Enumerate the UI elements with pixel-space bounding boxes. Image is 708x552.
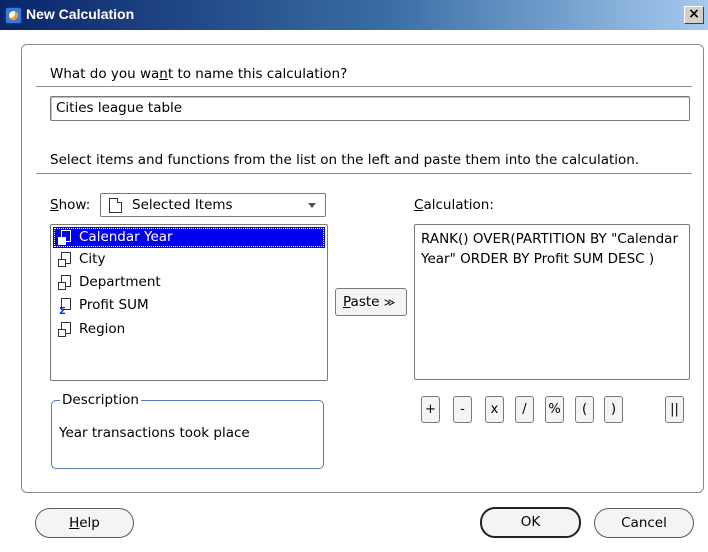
paste-arrow-icon: ≫ (383, 296, 396, 309)
list-item[interactable]: Department (53, 272, 325, 293)
plus-operator-button[interactable]: + (421, 396, 440, 423)
list-item-label: Calendar Year (79, 229, 173, 245)
calculation-name-field[interactable]: Cities league table (50, 96, 690, 121)
chevron-down-icon (308, 203, 316, 208)
show-label: Show: (50, 197, 91, 213)
description-legend: Description (60, 392, 141, 408)
help-button[interactable]: Help (35, 508, 134, 538)
description-text: Year transactions took place (59, 425, 250, 441)
dimension-item-icon (58, 275, 73, 290)
window-title: New Calculation (26, 6, 135, 22)
document-icon (109, 198, 122, 213)
divide-operator-button[interactable]: / (515, 396, 534, 423)
app-icon (5, 7, 22, 24)
list-item[interactable]: Calendar Year (53, 227, 325, 248)
close-paren-button[interactable]: ) (604, 396, 623, 423)
multiply-operator-button[interactable]: x (485, 396, 504, 423)
cancel-button[interactable]: Cancel (594, 508, 694, 538)
percent-operator-button[interactable]: % (545, 396, 564, 423)
dimension-item-icon (58, 230, 73, 245)
list-item[interactable]: City (53, 249, 325, 270)
divider (36, 173, 692, 174)
close-button[interactable]: × (684, 6, 704, 24)
dimension-item-icon (58, 252, 73, 267)
list-item-label: Department (79, 274, 161, 290)
show-dropdown[interactable]: Selected Items (100, 193, 326, 217)
calculation-name-value: Cities league table (56, 100, 183, 116)
items-list[interactable]: Calendar Year City Department Σ Profit S… (50, 224, 328, 381)
open-paren-button[interactable]: ( (575, 396, 594, 423)
ok-button[interactable]: OK (480, 507, 581, 538)
concat-operator-button[interactable]: || (665, 396, 684, 423)
list-item-label: Region (79, 321, 126, 337)
paste-button[interactable]: Paste ≫ (335, 288, 407, 316)
name-prompt: What do you want to name this calculatio… (50, 66, 348, 82)
divider (36, 86, 692, 87)
minus-operator-button[interactable]: - (453, 396, 472, 423)
dimension-item-icon (58, 322, 73, 337)
operator-toolbar: + - x / % ( ) || (421, 396, 691, 424)
show-dropdown-value: Selected Items (132, 197, 233, 213)
list-item[interactable]: Σ Profit SUM (53, 295, 325, 317)
instructions-text: Select items and functions from the list… (50, 152, 640, 168)
calculation-editor[interactable]: RANK() OVER(PARTITION BY "Calendar Year"… (414, 224, 690, 380)
list-item[interactable]: Region (53, 319, 325, 340)
list-item-label: City (79, 251, 106, 267)
calculation-label: Calculation: (414, 197, 494, 213)
list-item-label: Profit SUM (79, 297, 149, 313)
measure-sum-icon: Σ (58, 298, 73, 317)
